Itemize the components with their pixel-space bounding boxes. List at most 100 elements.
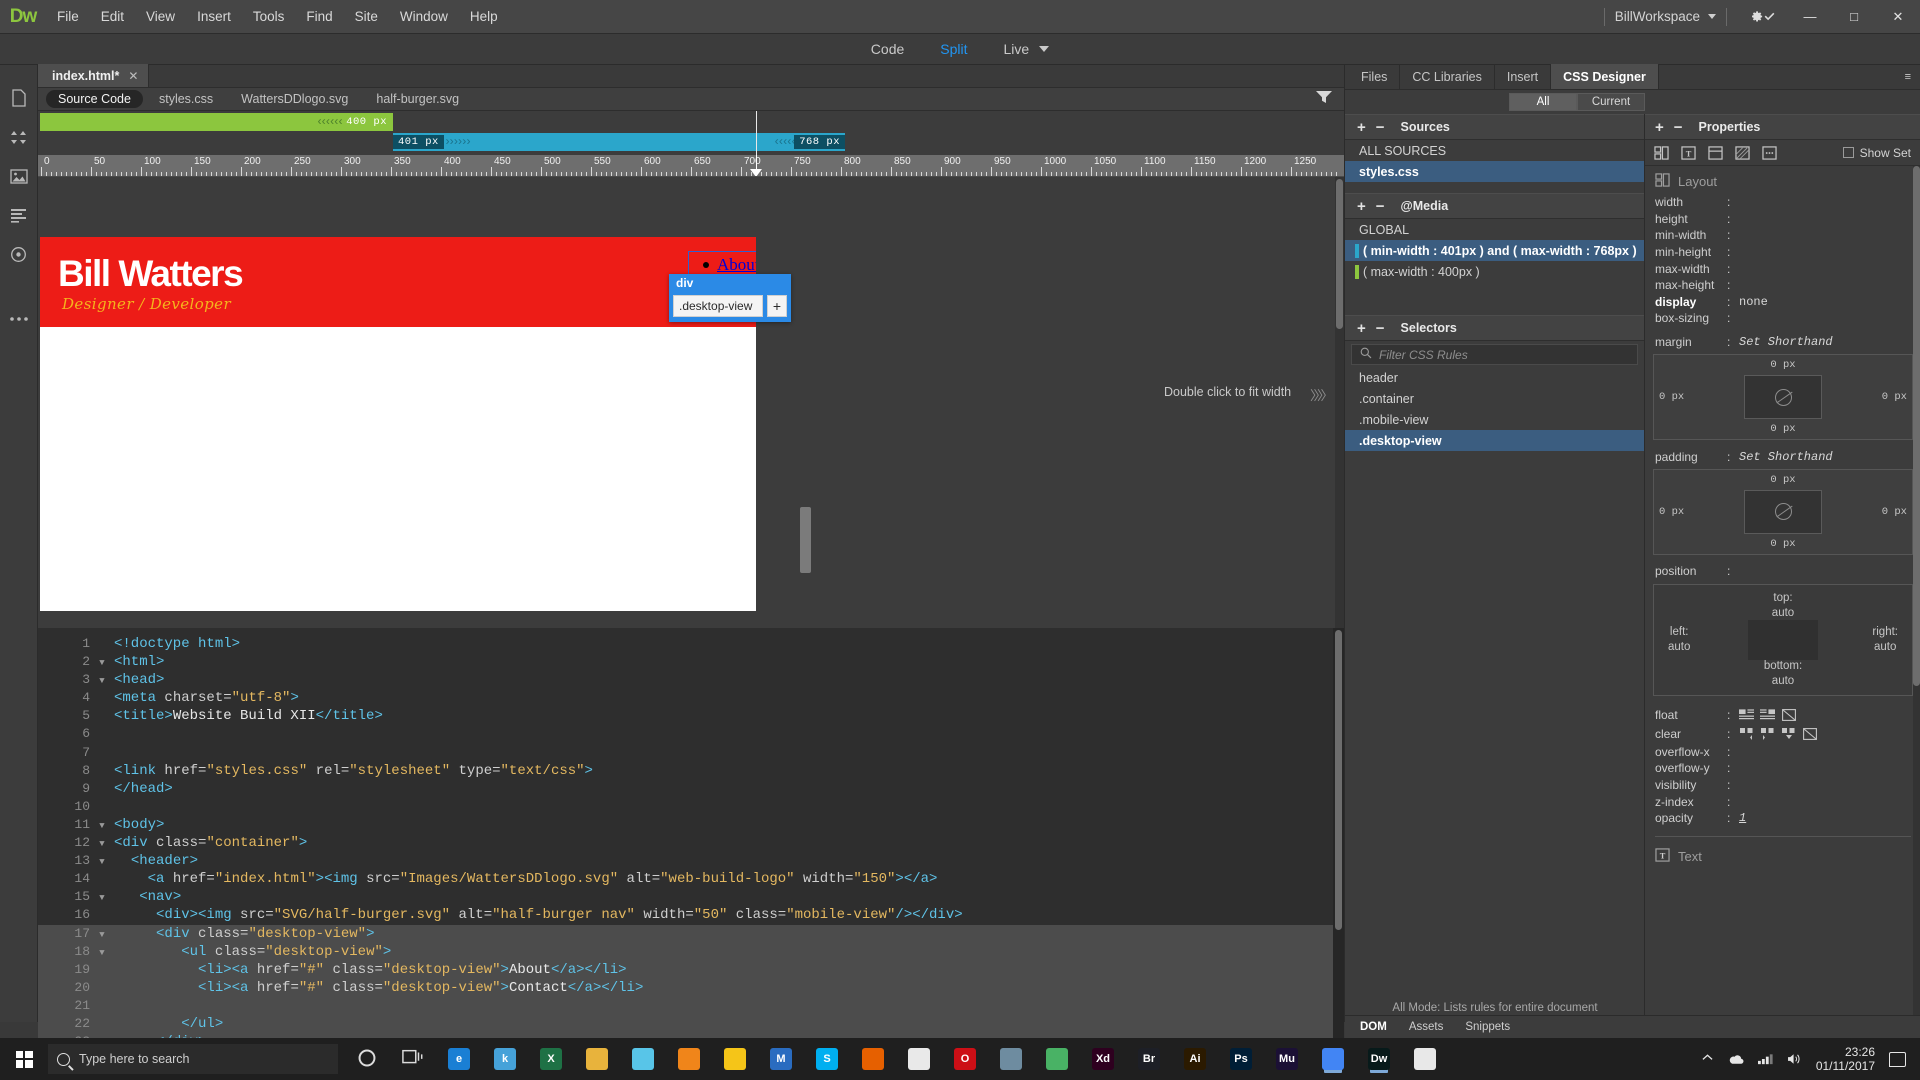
menu-item-site[interactable]: Site <box>344 5 389 28</box>
taskbar-excel-icon[interactable]: X <box>528 1038 574 1080</box>
firefox-icon[interactable] <box>862 1048 884 1070</box>
taskbar-opera-icon[interactable]: O <box>942 1038 988 1080</box>
illustrator-icon[interactable]: Ai <box>1184 1048 1206 1070</box>
code-fold-toggle[interactable]: ▼ <box>96 817 108 835</box>
code-line[interactable]: 20 <li><a href="#" class="desktop-view">… <box>38 979 1344 997</box>
code-line-text[interactable]: <!doctype html> <box>114 635 240 653</box>
float-right-icon[interactable] <box>1760 709 1775 722</box>
code-fold-toggle[interactable]: ▼ <box>96 853 108 871</box>
property-row-max-width[interactable]: max-width: <box>1645 260 1920 277</box>
panel-tab-css-designer[interactable]: CSS Designer <box>1551 64 1659 89</box>
code-line-text[interactable]: <nav> <box>114 888 181 906</box>
kite-icon[interactable]: k <box>494 1048 516 1070</box>
code-line-text[interactable]: <ul class="desktop-view"> <box>114 943 391 961</box>
remove-media-button[interactable]: − <box>1376 199 1385 214</box>
border-category-icon[interactable] <box>1707 145 1724 160</box>
scrollbar-thumb[interactable] <box>1913 166 1920 686</box>
code-line-text[interactable]: <li><a href="#" class="desktop-view">Abo… <box>114 961 627 979</box>
code-line[interactable]: 13▼ <header> <box>38 852 1344 870</box>
taskbar-notes-icon[interactable] <box>712 1038 758 1080</box>
code-line[interactable]: 14 <a href="index.html"><img src="Images… <box>38 870 1344 888</box>
taskbar-folder2-icon[interactable] <box>988 1038 1034 1080</box>
selector-item-header[interactable]: header <box>1345 367 1644 388</box>
chrome-icon[interactable] <box>1322 1048 1344 1070</box>
code-line[interactable]: 16 <div><img src="SVG/half-burger.svg" a… <box>38 906 1344 924</box>
padding-bottom-value[interactable]: 0 px <box>1770 538 1795 550</box>
list-icon[interactable] <box>8 204 30 226</box>
property-row-width[interactable]: width: <box>1645 194 1920 211</box>
code-line[interactable]: 12▼<div class="container"> <box>38 834 1344 852</box>
mail2-icon[interactable]: M <box>770 1048 792 1070</box>
code-line[interactable]: 17▼ <div class="desktop-view"> <box>38 925 1344 943</box>
taskbar-skype-icon[interactable]: S <box>804 1038 850 1080</box>
property-row-box-sizing[interactable]: box-sizing: <box>1645 310 1920 327</box>
margin-left-value[interactable]: 0 px <box>1659 391 1684 403</box>
taskbar-xd-icon[interactable]: Xd <box>1080 1038 1126 1080</box>
code-line-text[interactable]: </head> <box>114 780 173 798</box>
mail-icon[interactable] <box>1414 1048 1436 1070</box>
taskbar-paint3d-icon[interactable] <box>620 1038 666 1080</box>
filter-related-files-icon[interactable] <box>1316 90 1332 107</box>
skype-icon[interactable]: S <box>816 1048 838 1070</box>
code-line-text[interactable]: <body> <box>114 816 164 834</box>
padding-set-shorthand[interactable]: Set Shorthand <box>1739 450 1833 464</box>
opera-icon[interactable]: O <box>954 1048 976 1070</box>
code-line-text[interactable]: </ul> <box>114 1015 223 1033</box>
scope-current-button[interactable]: Current <box>1577 93 1645 111</box>
position-top-value[interactable]: auto <box>1772 607 1794 619</box>
code-line[interactable]: 22 </ul> <box>38 1015 1344 1033</box>
live-view-scrollbar[interactable] <box>1335 177 1344 628</box>
filter-css-rules-field[interactable]: Filter CSS Rules <box>1351 344 1638 365</box>
related-file-half-burger-svg[interactable]: half-burger.svg <box>364 90 471 108</box>
maximize-button[interactable]: □ <box>1832 0 1876 34</box>
list-item[interactable]: About <box>717 254 756 276</box>
media-item-max400[interactable]: ( max-width : 400px ) <box>1345 261 1644 282</box>
notifications-icon[interactable] <box>1889 1052 1906 1067</box>
code-line[interactable]: 3▼<head> <box>38 671 1344 689</box>
explorer-icon[interactable] <box>586 1048 608 1070</box>
panel-tab-insert[interactable]: Insert <box>1495 64 1551 89</box>
code-line-text[interactable]: <meta charset="utf-8"> <box>114 689 299 707</box>
property-row-z-index[interactable]: z-index: <box>1645 793 1920 810</box>
remove-selector-button[interactable]: − <box>1376 321 1385 336</box>
media-query-bar-401-768[interactable]: 401 px ›››››› ‹‹‹‹‹ 768 px <box>393 133 845 151</box>
clear-none-icon[interactable] <box>1802 728 1817 741</box>
clear-right-icon[interactable] <box>1760 728 1775 741</box>
cortana-icon[interactable] <box>357 1048 377 1071</box>
close-icon[interactable]: ✕ <box>128 69 138 83</box>
code-line[interactable]: 4<meta charset="utf-8"> <box>38 689 1344 707</box>
source-item-styles-css[interactable]: styles.css <box>1345 161 1644 182</box>
taskbar-edge-icon[interactable]: e <box>436 1038 482 1080</box>
property-value[interactable]: 1 <box>1739 811 1746 825</box>
fit-width-chevrons-icon[interactable]: 〉〉〉〉 <box>1310 385 1331 404</box>
code-editor-lines[interactable]: 1<!doctype html>2▼<html>3▼<head>4<meta c… <box>38 635 1344 1080</box>
code-view-scrollbar[interactable] <box>1333 628 1344 1080</box>
menu-item-tools[interactable]: Tools <box>242 5 296 28</box>
add-source-button[interactable]: + <box>1357 120 1366 135</box>
taskbar-textedit-icon[interactable] <box>896 1038 942 1080</box>
menu-item-file[interactable]: File <box>46 5 90 28</box>
code-line-text[interactable]: <title>Website Build XII</title> <box>114 707 383 725</box>
code-fold-toggle[interactable]: ▼ <box>96 944 108 962</box>
chevron-down-icon[interactable] <box>1039 46 1049 52</box>
chevron-down-icon[interactable] <box>1708 14 1716 19</box>
panel-tab-dom[interactable]: DOM <box>1349 1016 1398 1039</box>
code-line[interactable]: 19 <li><a href="#" class="desktop-view">… <box>38 961 1344 979</box>
notes-icon[interactable] <box>724 1048 746 1070</box>
code-line-text[interactable]: <li><a href="#" class="desktop-view">Con… <box>114 979 643 997</box>
taskbar-taskview-icon[interactable] <box>390 1038 436 1080</box>
margin-box-model[interactable]: 0 px 0 px 0 px 0 px <box>1653 354 1913 440</box>
float-none-icon[interactable] <box>1781 709 1796 722</box>
property-value[interactable]: none <box>1739 295 1768 309</box>
remove-source-button[interactable]: − <box>1376 120 1385 135</box>
related-file-source-code[interactable]: Source Code <box>46 90 143 108</box>
property-row-display[interactable]: display:none <box>1645 294 1920 311</box>
menu-item-view[interactable]: View <box>135 5 186 28</box>
source-item-all-sources[interactable]: ALL SOURCES <box>1345 140 1644 161</box>
property-row-overflow-y[interactable]: overflow-y: <box>1645 760 1920 777</box>
menu-item-edit[interactable]: Edit <box>90 5 135 28</box>
taskbar-mail2-icon[interactable]: M <box>758 1038 804 1080</box>
code-line[interactable]: 21 <box>38 997 1344 1015</box>
code-line[interactable]: 7 <box>38 744 1344 762</box>
code-line-text[interactable]: <header> <box>114 852 198 870</box>
